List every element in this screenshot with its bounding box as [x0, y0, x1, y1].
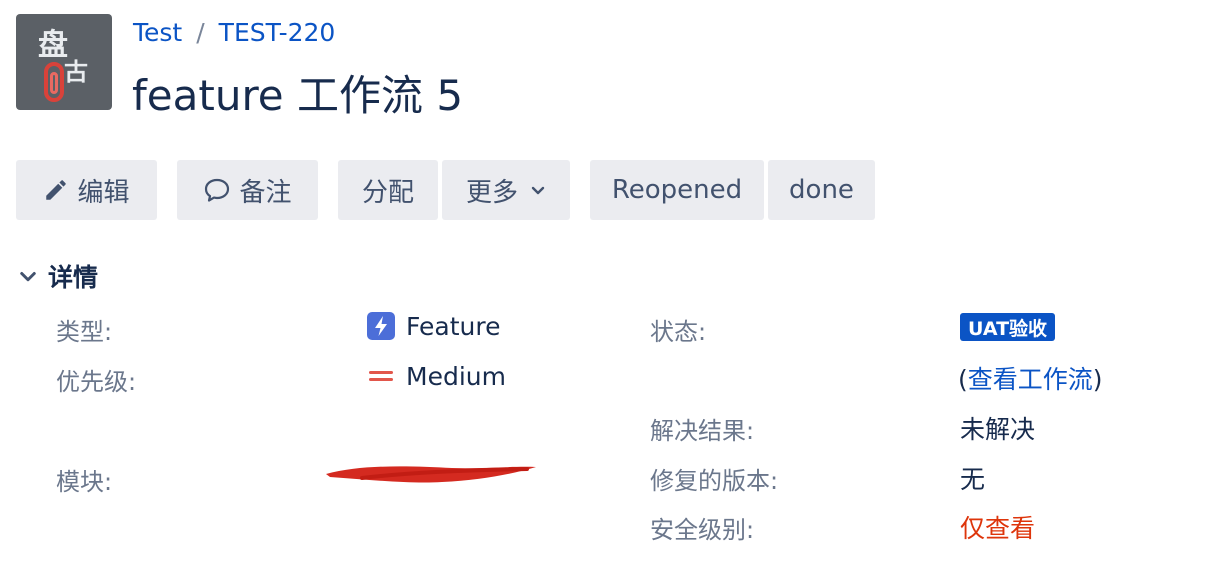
pencil-icon [46, 180, 67, 200]
priority-value: Medium [366, 361, 506, 391]
security-level-label: 安全级别: [650, 516, 755, 544]
lightning-bolt-icon [367, 312, 395, 340]
comment-button-label: 备注 [239, 177, 292, 208]
type-label: 类型: [56, 318, 113, 346]
priority-value-text: Medium [406, 361, 506, 391]
comment-button[interactable]: 备注 [177, 160, 318, 220]
breadcrumb: Test / TEST-220 [133, 18, 335, 47]
edit-button[interactable]: 编辑 [16, 160, 157, 220]
security-level-value: 仅查看 [960, 514, 1036, 543]
reopened-transition-button[interactable]: Reopened [590, 160, 764, 220]
component-label: 模块: [56, 468, 113, 496]
more-button[interactable]: 更多 [442, 160, 570, 220]
chevron-down-icon [20, 272, 36, 282]
breadcrumb-separator: / [196, 18, 205, 47]
priority-medium-icon [369, 371, 393, 381]
assign-button[interactable]: 分配 [338, 160, 438, 220]
type-value-text: Feature [406, 311, 501, 341]
chevron-down-icon [531, 186, 545, 195]
speech-bubble-icon [205, 178, 230, 202]
assign-button-label: 分配 [361, 177, 414, 208]
fix-version-label: 修复的版本: [650, 467, 779, 495]
more-button-label: 更多 [465, 177, 518, 208]
reopened-button-label: Reopened [611, 175, 743, 205]
issue-title: feature 工作流 5 [132, 71, 464, 120]
breadcrumb-issue-key-link[interactable]: TEST-220 [219, 18, 336, 47]
status-lozenge: UAT验收 [960, 313, 1056, 341]
type-value: Feature [366, 311, 500, 341]
priority-label: 优先级: [56, 368, 137, 396]
fix-version-value: 无 [960, 465, 986, 494]
resolution-label: 解决结果: [650, 417, 755, 445]
project-avatar[interactable]: 盘 古 [16, 14, 112, 110]
view-workflow-link[interactable]: 查看工作流 [968, 365, 1093, 394]
redaction-scribble [326, 466, 536, 483]
view-workflow: (查看工作流) [958, 365, 1103, 394]
status-label: 状态: [650, 318, 707, 346]
details-heading: 详情 [48, 263, 99, 292]
breadcrumb-project-link[interactable]: Test [133, 18, 182, 47]
done-transition-button[interactable]: done [768, 160, 875, 220]
resolution-value: 未解决 [960, 415, 1036, 444]
edit-button-label: 编辑 [77, 177, 130, 208]
details-section-toggle[interactable]: 详情 [18, 258, 98, 294]
done-button-label: done [789, 175, 854, 205]
